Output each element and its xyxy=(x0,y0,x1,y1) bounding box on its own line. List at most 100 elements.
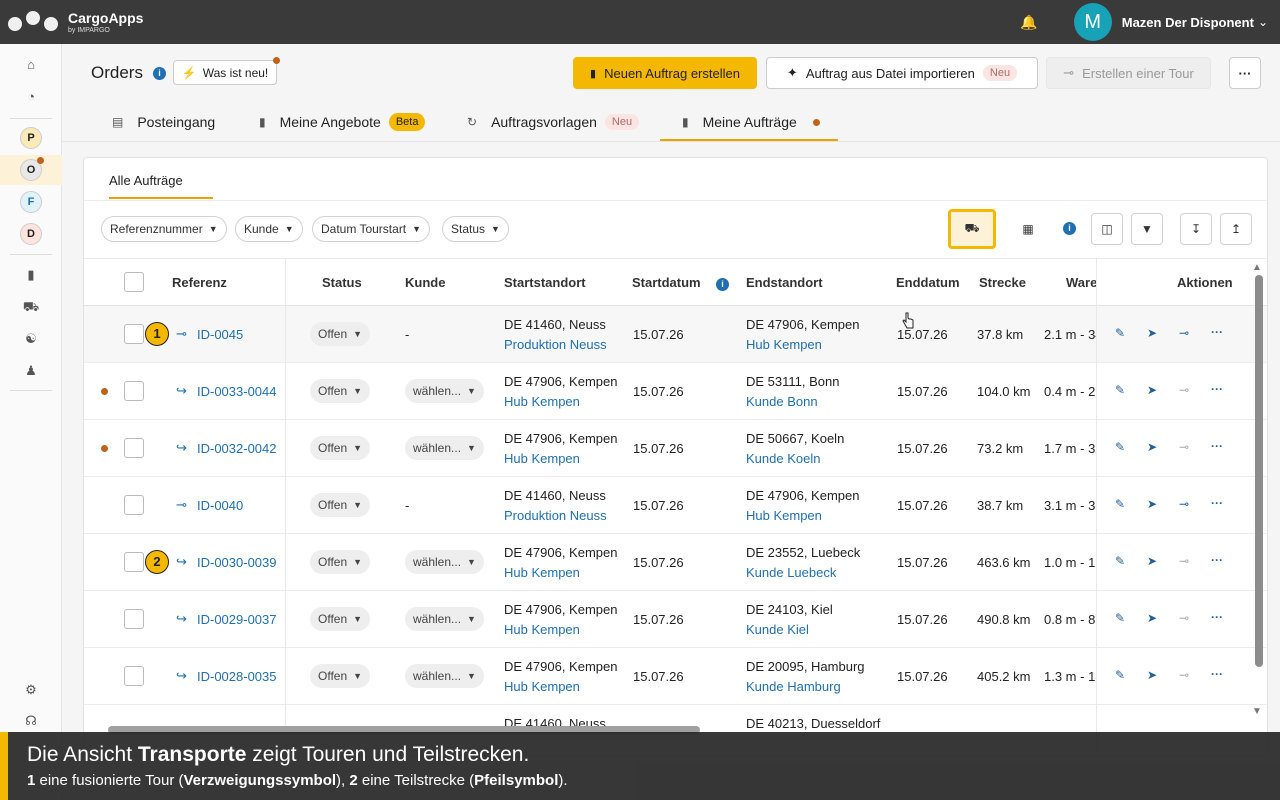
more-icon[interactable]: ··· xyxy=(1211,325,1223,339)
tab-posteingang[interactable]: ▤ Posteingang xyxy=(112,102,215,142)
more-icon[interactable]: ··· xyxy=(1211,439,1223,453)
end-location-link[interactable]: Kunde Koeln xyxy=(746,451,820,466)
start-location-link[interactable]: Hub Kempen xyxy=(504,565,580,580)
end-location-link[interactable]: Hub Kempen xyxy=(746,337,822,352)
split-icon[interactable]: ⊸ xyxy=(1179,326,1189,340)
send-icon[interactable]: ➤ xyxy=(1147,440,1157,454)
row-checkbox[interactable] xyxy=(124,609,144,629)
packages-view-button[interactable]: ▦ xyxy=(1002,213,1054,245)
new-order-button[interactable]: ▮ Neuen Auftrag erstellen xyxy=(573,57,757,89)
users-icon[interactable]: ♟ xyxy=(22,362,40,380)
reference-link[interactable]: ID-0028-0035 xyxy=(197,669,277,684)
split-icon[interactable]: ⊸ xyxy=(1179,383,1189,397)
end-location-link[interactable]: Kunde Kiel xyxy=(746,622,809,637)
bookmark-icon[interactable]: ▮ xyxy=(22,266,40,284)
status-select[interactable]: Offen ▼ xyxy=(310,436,371,460)
whats-new-button[interactable]: ⚡ Was ist neu! xyxy=(173,60,277,85)
col-status[interactable]: Status xyxy=(322,275,362,290)
gear-icon[interactable]: ⚙ xyxy=(22,681,40,699)
row-checkbox[interactable] xyxy=(124,666,144,686)
status-select[interactable]: Offen ▼ xyxy=(310,550,371,574)
headset-icon[interactable]: ☊ xyxy=(22,712,40,730)
pencil-icon[interactable]: ✎ xyxy=(1115,383,1125,397)
row-checkbox[interactable] xyxy=(124,552,144,572)
pencil-icon[interactable]: ✎ xyxy=(1115,611,1125,625)
info-icon[interactable]: i xyxy=(1063,222,1076,235)
col-kunde[interactable]: Kunde xyxy=(405,275,445,290)
col-startdatum[interactable]: Startdatum xyxy=(632,275,701,290)
table-row[interactable]: ↪ ID-0033-0044 Offen ▼ wählen... ▼ DE 47906, K… xyxy=(84,363,1267,420)
home-icon[interactable]: ⌂ xyxy=(22,56,40,74)
chevron-down-icon[interactable]: ⌄ xyxy=(1258,15,1268,29)
tab-meine-angebote[interactable]: ▮ Meine Angebote Beta xyxy=(259,102,426,142)
transport-view-button[interactable]: ⛟ xyxy=(948,209,996,249)
reference-link[interactable]: ID-0033-0044 xyxy=(197,384,277,399)
pencil-icon[interactable]: ✎ xyxy=(1115,554,1125,568)
col-strecke[interactable]: Strecke xyxy=(979,275,1026,290)
scroll-up-icon[interactable]: ▲ xyxy=(1252,262,1262,273)
customer-select[interactable]: wählen... ▼ xyxy=(405,664,484,688)
end-location-link[interactable]: Kunde Luebeck xyxy=(746,565,836,580)
row-checkbox[interactable] xyxy=(124,324,144,344)
table-row[interactable]: 1 ⊸ ID-0045 Offen ▼ - DE 41460, Neuss Produktio… xyxy=(84,306,1267,363)
pie-chart-icon[interactable]: ◔ xyxy=(22,88,40,106)
create-tour-button[interactable]: ⊸ Erstellen einer Tour xyxy=(1046,57,1211,89)
end-location-link[interactable]: Kunde Hamburg xyxy=(746,679,841,694)
split-icon[interactable]: ⊸ xyxy=(1179,554,1189,568)
col-startstandort[interactable]: Startstandort xyxy=(504,275,586,290)
table-row[interactable]: 2 ↪ ID-0030-0039 Offen ▼ wählen... ▼ DE 47906, … xyxy=(84,534,1267,591)
reference-link[interactable]: ID-0032-0042 xyxy=(197,441,277,456)
send-icon[interactable]: ➤ xyxy=(1147,554,1157,568)
start-location-link[interactable]: Hub Kempen xyxy=(504,394,580,409)
filter-referenznummer[interactable]: Referenznummer ▼ xyxy=(101,216,227,242)
row-checkbox[interactable] xyxy=(124,438,144,458)
start-location-link[interactable]: Hub Kempen xyxy=(504,679,580,694)
user-name[interactable]: Mazen Der Disponent xyxy=(1122,15,1254,30)
truck-icon[interactable]: ⛟ xyxy=(22,298,40,316)
info-icon[interactable]: i xyxy=(153,67,166,80)
tab-auftragsvorlagen[interactable]: ↻ Auftragsvorlagen Neu xyxy=(467,102,640,142)
filter-datum-tourstart[interactable]: Datum Tourstart ▼ xyxy=(312,216,431,242)
import-file-button[interactable]: ✦ Auftrag aus Datei importieren Neu xyxy=(766,57,1038,89)
pencil-icon[interactable]: ✎ xyxy=(1115,440,1125,454)
col-referenz[interactable]: Referenz xyxy=(172,275,227,290)
tab-meine-auftraege[interactable]: ▮ Meine Aufträge xyxy=(682,102,820,142)
end-location-link[interactable]: Kunde Bonn xyxy=(746,394,818,409)
handshake-icon[interactable]: ☯ xyxy=(22,330,40,348)
table-row[interactable]: ⊸ ID-0040 Offen ▼ - DE 41460, Neuss Produktion… xyxy=(84,477,1267,534)
vertical-scrollbar[interactable] xyxy=(1255,275,1263,667)
customer-select[interactable]: wählen... ▼ xyxy=(405,550,484,574)
reference-link[interactable]: ID-0029-0037 xyxy=(197,612,277,627)
split-icon[interactable]: ⊸ xyxy=(1179,440,1189,454)
send-icon[interactable]: ➤ xyxy=(1147,668,1157,682)
sidebar-item-f[interactable]: F xyxy=(20,191,42,213)
send-icon[interactable]: ➤ xyxy=(1147,326,1157,340)
split-icon[interactable]: ⊸ xyxy=(1179,611,1189,625)
status-select[interactable]: Offen ▼ xyxy=(310,379,371,403)
col-ware[interactable]: Ware xyxy=(1066,275,1097,290)
col-endstandort[interactable]: Endstandort xyxy=(746,275,823,290)
end-location-link[interactable]: Hub Kempen xyxy=(746,508,822,523)
filter-button[interactable]: ▼ xyxy=(1131,213,1163,245)
pencil-icon[interactable]: ✎ xyxy=(1115,668,1125,682)
start-location-link[interactable]: Produktion Neuss xyxy=(504,337,607,352)
more-icon[interactable]: ··· xyxy=(1211,496,1223,510)
status-select[interactable]: Offen ▼ xyxy=(310,664,371,688)
columns-button[interactable]: ◫ xyxy=(1091,213,1123,245)
send-icon[interactable]: ➤ xyxy=(1147,383,1157,397)
table-row[interactable]: ↪ ID-0028-0035 Offen ▼ wählen... ▼ DE 47906, K… xyxy=(84,648,1267,705)
more-icon[interactable]: ··· xyxy=(1211,382,1223,396)
info-icon[interactable]: i xyxy=(716,278,729,291)
reference-link[interactable]: ID-0040 xyxy=(197,498,243,513)
reference-link[interactable]: ID-0030-0039 xyxy=(197,555,277,570)
avatar[interactable]: M xyxy=(1073,3,1112,41)
more-button[interactable]: ··· xyxy=(1229,57,1261,89)
logo[interactable]: CargoApps by IMPARGO xyxy=(6,7,143,37)
scroll-down-icon[interactable]: ▼ xyxy=(1252,706,1262,717)
sidebar-item-p[interactable]: P xyxy=(20,127,42,149)
pencil-icon[interactable]: ✎ xyxy=(1115,326,1125,340)
filter-kunde[interactable]: Kunde ▼ xyxy=(235,216,303,242)
status-select[interactable]: Offen ▼ xyxy=(310,493,371,517)
customer-select[interactable]: wählen... ▼ xyxy=(405,607,484,631)
status-select[interactable]: Offen ▼ xyxy=(310,322,371,346)
